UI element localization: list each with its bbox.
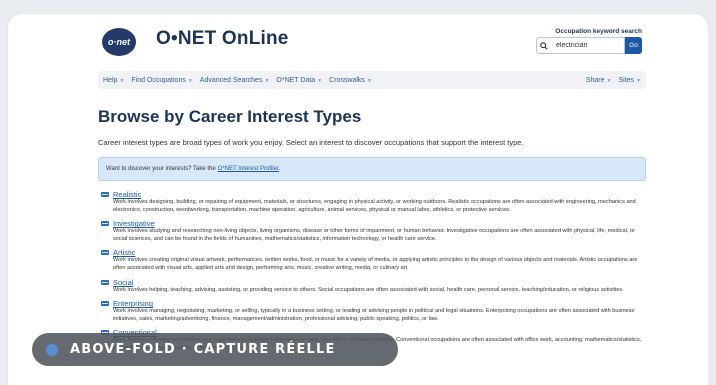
interest-header: Artistic: [101, 248, 646, 257]
search-label: Occupation keyword search: [555, 28, 642, 35]
list-icon: [101, 192, 109, 197]
interest-description: Work involves studying and researching n…: [113, 228, 635, 242]
nav-left: Help ▼ Find Occupations ▼ Advanced Searche…: [103, 77, 372, 84]
nav-sites[interactable]: Sites ▼: [618, 77, 641, 84]
nav-find-occupations[interactable]: Find Occupations ▼: [131, 77, 192, 84]
site-title[interactable]: O•NET OnLine: [156, 28, 289, 50]
list-icon: [101, 279, 109, 285]
search-box: Go: [536, 37, 642, 54]
interest-description: Work involves designing, building, or re…: [113, 199, 636, 213]
interest-link-social[interactable]: Social: [113, 278, 133, 287]
nav-onet-data[interactable]: O*NET Data ▼: [276, 77, 322, 84]
chevron-down-icon: ▼: [264, 77, 270, 84]
chevron-down-icon: ▼: [317, 77, 323, 84]
chevron-down-icon: ▼: [187, 77, 193, 84]
interest-description: Work involves creating original visual a…: [113, 257, 638, 271]
alert-end: .: [278, 166, 281, 172]
chevron-down-icon: ▼: [606, 77, 612, 84]
intro-text: Career interest types are broad types of…: [98, 138, 524, 147]
chevron-down-icon: ▼: [366, 77, 372, 84]
alert-text: Want to discover your interests? Take th…: [106, 166, 216, 172]
search-input[interactable]: [551, 37, 625, 54]
interest-social: Social Work involves helping, teaching, …: [101, 278, 646, 295]
list-icon: [101, 301, 109, 307]
interest-enterprising: Enterprising Work involves managing, neg…: [101, 299, 646, 323]
nav-advanced-searches[interactable]: Advanced Searches ▼: [200, 77, 270, 84]
interest-header: Investigative: [101, 219, 646, 228]
list-icon: [101, 250, 109, 256]
nav-help[interactable]: Help ▼: [103, 77, 124, 84]
capture-badge-label: ABOVE-FOLD · CAPTURE RÉELLE: [70, 342, 336, 357]
interest-link-realistic[interactable]: Realistic: [113, 190, 141, 199]
interest-header: Social: [101, 278, 646, 287]
interest-link-enterprising[interactable]: Enterprising: [113, 299, 153, 308]
interest-profiler-alert: Want to discover your interests? Take th…: [98, 157, 646, 181]
list-icon: [101, 221, 109, 227]
nav-right: Share ▼ Sites ▼: [586, 77, 641, 84]
interest-profiler-link[interactable]: O*NET Interest Profiler: [218, 166, 279, 172]
interest-header: Enterprising: [101, 299, 646, 308]
go-button[interactable]: Go: [625, 37, 642, 54]
search-icon[interactable]: [536, 37, 551, 54]
interest-link-artistic[interactable]: Artistic: [113, 248, 136, 257]
onet-logo-icon[interactable]: o·net: [102, 28, 136, 56]
status-dot-icon: [46, 343, 58, 356]
capture-badge: ABOVE-FOLD · CAPTURE RÉELLE: [32, 333, 398, 366]
nav-share[interactable]: Share ▼: [586, 77, 612, 84]
chevron-down-icon: ▼: [119, 77, 125, 84]
interest-header: Realistic: [101, 190, 646, 199]
interest-artistic: Artistic Work involves creating original…: [101, 248, 646, 272]
interest-link-investigative[interactable]: Investigative: [113, 219, 155, 228]
chevron-down-icon: ▼: [636, 77, 641, 84]
interest-description: Work involves helping, teaching, advisin…: [113, 286, 624, 293]
nav-crosswalks[interactable]: Crosswalks ▼: [329, 77, 372, 84]
main-nav: Help ▼ Find Occupations ▼ Advanced Searche…: [98, 71, 646, 89]
interest-investigative: Investigative Work involves studying and…: [101, 219, 646, 243]
interest-realistic: Realistic Work involves designing, build…: [101, 190, 646, 214]
interest-description: Work involves managing, negotiating, mar…: [113, 308, 635, 322]
page-card: o·net O•NET OnLine Occupation keyword se…: [8, 14, 708, 385]
page-title: Browse by Career Interest Types: [98, 107, 362, 126]
